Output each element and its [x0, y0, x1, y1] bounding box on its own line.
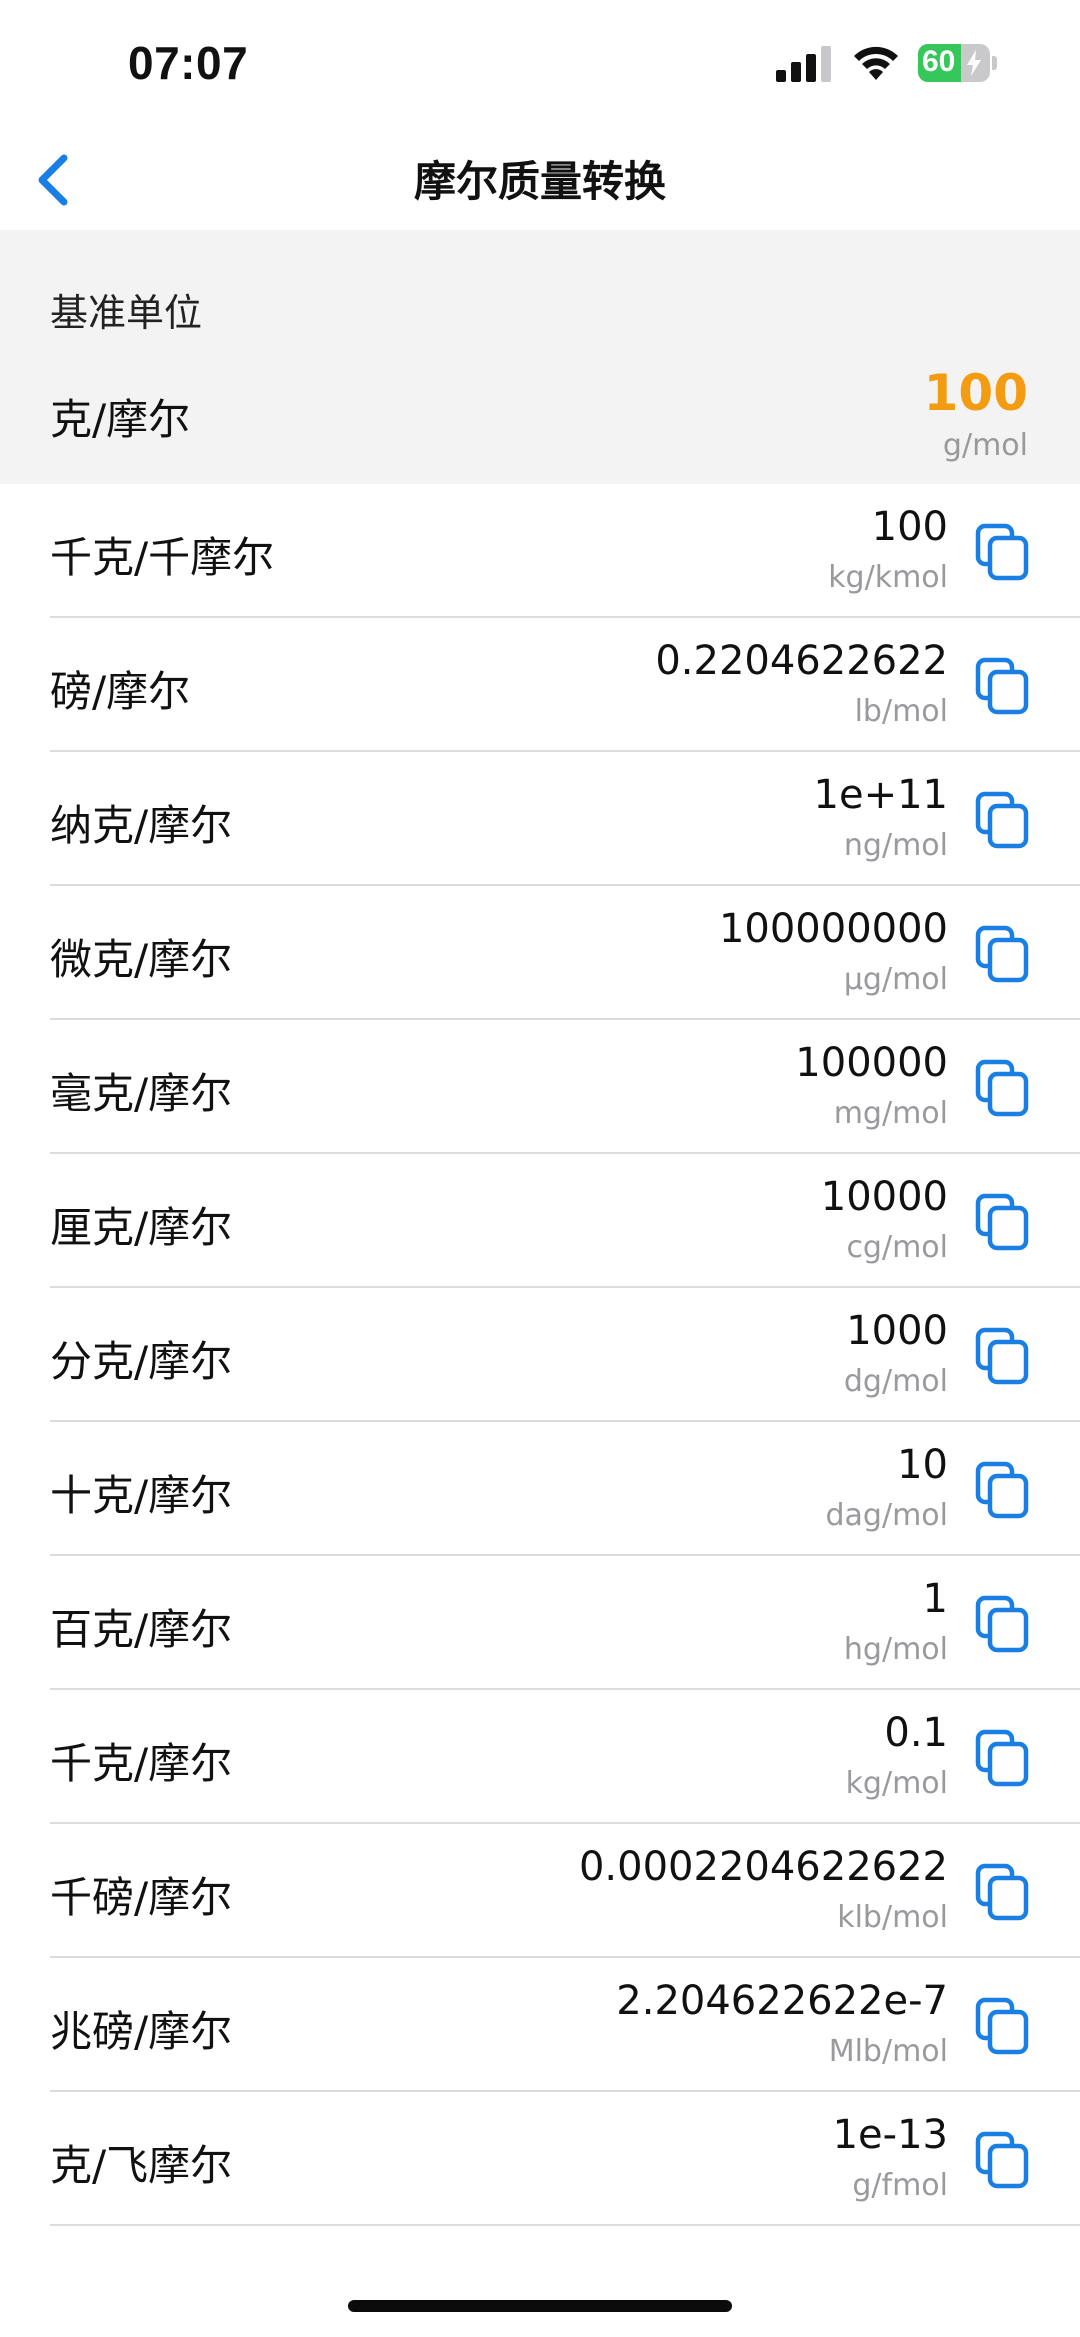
- copy-icon: [975, 523, 1029, 581]
- unit-list: 千克/千摩尔 100 kg/kmol 磅/摩尔 0.2204622622 lb/…: [0, 484, 1080, 2226]
- base-unit-symbol: g/mol: [942, 428, 1028, 463]
- unit-value: 10000: [820, 1174, 948, 1220]
- copy-button[interactable]: [972, 656, 1032, 716]
- unit-row: 微克/摩尔 100000000 µg/mol: [0, 886, 1080, 1020]
- unit-name: 克/飞摩尔: [50, 2141, 233, 2190]
- unit-value: 1e+11: [813, 772, 948, 818]
- unit-value: 2.204622622e-7: [616, 1978, 948, 2024]
- unit-name: 磅/摩尔: [50, 667, 191, 716]
- charging-bolt-icon: [967, 50, 981, 76]
- unit-symbol: kg/kmol: [828, 560, 948, 595]
- copy-icon: [975, 1729, 1029, 1787]
- base-unit-name: 克/摩尔: [50, 395, 191, 444]
- base-value-input[interactable]: 100: [924, 364, 1028, 422]
- unit-symbol: mg/mol: [833, 1096, 948, 1131]
- unit-value: 10: [897, 1442, 948, 1488]
- unit-name: 千克/千摩尔: [50, 533, 275, 582]
- unit-name: 千克/摩尔: [50, 1739, 233, 1788]
- copy-icon: [975, 2131, 1029, 2189]
- base-unit-section: 基准单位 克/摩尔 100 g/mol: [0, 230, 1080, 484]
- unit-row: 磅/摩尔 0.2204622622 lb/mol: [0, 618, 1080, 752]
- unit-value: 1e-13: [832, 2112, 948, 2158]
- row-divider: [50, 2224, 1080, 2226]
- status-time: 07:07: [128, 37, 249, 89]
- copy-icon: [975, 791, 1029, 849]
- copy-icon: [975, 1997, 1029, 2055]
- home-indicator[interactable]: [348, 2300, 732, 2312]
- copy-button[interactable]: [972, 2130, 1032, 2190]
- unit-value: 100000000: [718, 906, 948, 952]
- unit-row: 十克/摩尔 10 dag/mol: [0, 1422, 1080, 1556]
- unit-value: 1: [922, 1576, 948, 1622]
- unit-row: 千克/摩尔 0.1 kg/mol: [0, 1690, 1080, 1824]
- unit-symbol: hg/mol: [843, 1632, 948, 1667]
- unit-row: 千克/千摩尔 100 kg/kmol: [0, 484, 1080, 618]
- unit-name: 厘克/摩尔: [50, 1203, 233, 1252]
- unit-row: 千磅/摩尔 0.0002204622622 klb/mol: [0, 1824, 1080, 1958]
- copy-icon: [975, 1193, 1029, 1251]
- copy-button[interactable]: [972, 790, 1032, 850]
- unit-row: 克/飞摩尔 1e-13 g/fmol: [0, 2092, 1080, 2226]
- copy-icon: [975, 1327, 1029, 1385]
- page-title: 摩尔质量转换: [413, 157, 666, 206]
- unit-value: 0.2204622622: [655, 638, 948, 684]
- copy-button[interactable]: [972, 1862, 1032, 1922]
- unit-value: 100000: [795, 1040, 948, 1086]
- base-unit-caption: 基准单位: [50, 291, 203, 335]
- unit-symbol: cg/mol: [846, 1230, 948, 1265]
- unit-name: 纳克/摩尔: [50, 801, 233, 850]
- copy-button[interactable]: [972, 1326, 1032, 1386]
- unit-symbol: lb/mol: [854, 694, 948, 729]
- unit-row: 厘克/摩尔 10000 cg/mol: [0, 1154, 1080, 1288]
- unit-name: 十克/摩尔: [50, 1471, 233, 1520]
- unit-value: 0.0002204622622: [578, 1844, 948, 1890]
- unit-row: 分克/摩尔 1000 dg/mol: [0, 1288, 1080, 1422]
- unit-symbol: kg/mol: [845, 1766, 948, 1801]
- unit-symbol: dg/mol: [843, 1364, 948, 1399]
- unit-name: 分克/摩尔: [50, 1337, 233, 1386]
- unit-symbol: klb/mol: [837, 1900, 948, 1935]
- unit-name: 兆磅/摩尔: [50, 2007, 233, 2056]
- copy-icon: [975, 657, 1029, 715]
- wifi-icon: [854, 46, 898, 80]
- copy-button[interactable]: [972, 1192, 1032, 1252]
- unit-name: 毫克/摩尔: [50, 1069, 233, 1118]
- unit-symbol: µg/mol: [843, 962, 948, 997]
- copy-button[interactable]: [972, 1058, 1032, 1118]
- unit-name: 百克/摩尔: [50, 1605, 233, 1654]
- copy-icon: [975, 1059, 1029, 1117]
- unit-name: 千磅/摩尔: [50, 1873, 233, 1922]
- unit-name: 微克/摩尔: [50, 935, 233, 984]
- copy-icon: [975, 1595, 1029, 1653]
- unit-row: 百克/摩尔 1 hg/mol: [0, 1556, 1080, 1690]
- copy-icon: [975, 1461, 1029, 1519]
- copy-button[interactable]: [972, 1460, 1032, 1520]
- unit-symbol: g/fmol: [852, 2168, 948, 2203]
- screen: 07:07 60 摩尔质量转换 基准单位 克/摩尔 100 g/mol 千克/千…: [0, 0, 1080, 2337]
- nav-bar: 摩尔质量转换: [0, 128, 1080, 230]
- unit-symbol: Mlb/mol: [828, 2034, 948, 2069]
- unit-value: 1000: [846, 1308, 948, 1354]
- copy-button[interactable]: [972, 1996, 1032, 2056]
- copy-icon: [975, 1863, 1029, 1921]
- copy-button[interactable]: [972, 1594, 1032, 1654]
- unit-row: 毫克/摩尔 100000 mg/mol: [0, 1020, 1080, 1154]
- signal-icon: [776, 46, 831, 82]
- copy-icon: [975, 925, 1029, 983]
- unit-value: 0.1: [884, 1710, 948, 1756]
- unit-value: 100: [871, 504, 948, 550]
- status-bar: 07:07 60: [0, 0, 1080, 128]
- copy-button[interactable]: [972, 1728, 1032, 1788]
- battery-icon: 60: [918, 44, 997, 82]
- unit-symbol: dag/mol: [825, 1498, 949, 1533]
- battery-level: 60: [922, 45, 956, 78]
- copy-button[interactable]: [972, 522, 1032, 582]
- unit-row: 兆磅/摩尔 2.204622622e-7 Mlb/mol: [0, 1958, 1080, 2092]
- copy-button[interactable]: [972, 924, 1032, 984]
- unit-symbol: ng/mol: [843, 828, 948, 863]
- unit-row: 纳克/摩尔 1e+11 ng/mol: [0, 752, 1080, 886]
